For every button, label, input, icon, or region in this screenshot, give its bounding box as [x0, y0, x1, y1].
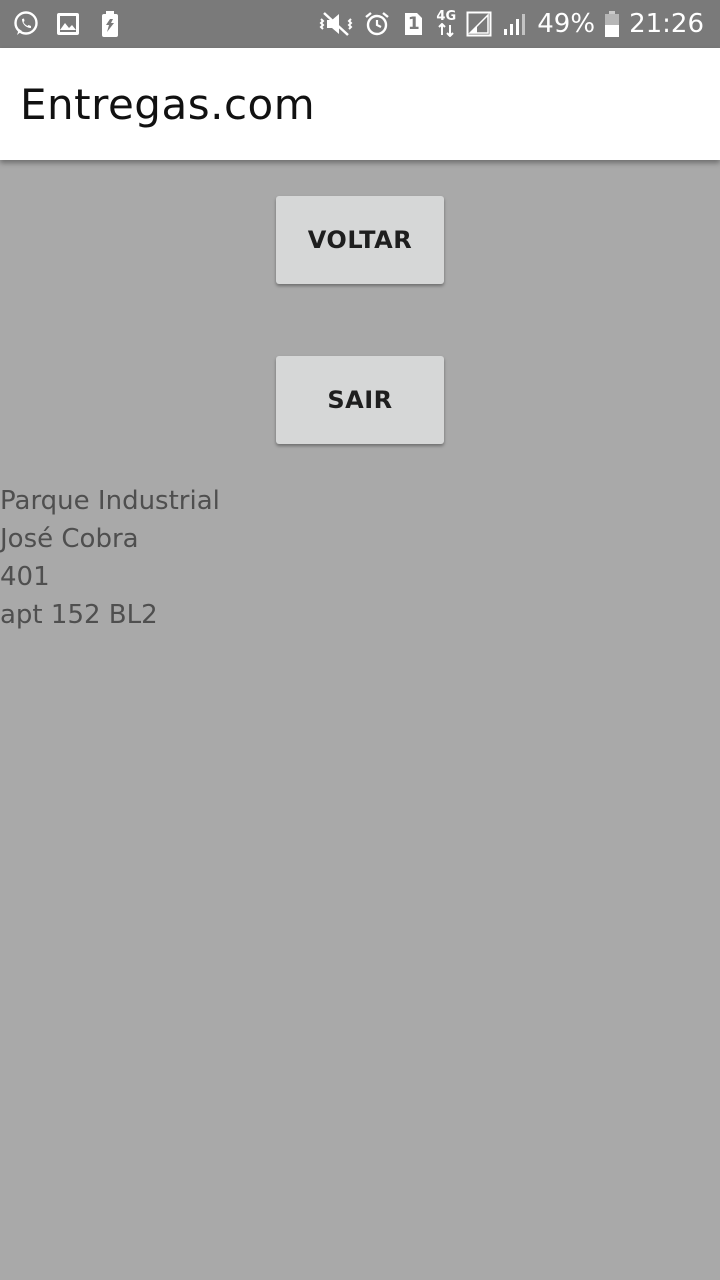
battery-icon	[603, 10, 621, 38]
network-4g-label: 4G	[436, 9, 457, 24]
app-bar: Entregas.com	[0, 48, 720, 160]
status-bar-right: 1 4G 49% 21:26	[319, 6, 704, 42]
battery-percent: 49%	[537, 9, 596, 39]
address-info: Parque Industrial José Cobra 401 apt 152…	[0, 482, 220, 634]
address-street: José Cobra	[0, 524, 139, 554]
alarm-icon	[363, 10, 391, 38]
address-neighborhood: Parque Industrial	[0, 486, 220, 516]
gallery-icon	[54, 10, 82, 38]
whatsapp-icon	[12, 10, 40, 38]
clock: 21:26	[629, 9, 704, 39]
signal-sim1-icon	[465, 10, 493, 38]
address-number: 401	[0, 562, 50, 592]
sim-1-label: 1	[407, 14, 420, 34]
mute-vibrate-icon	[319, 10, 355, 38]
network-4g-indicator: 4G	[435, 9, 457, 38]
app-title: Entregas.com	[20, 80, 316, 129]
address-complement: apt 152 BL2	[0, 600, 158, 630]
battery-saver-icon	[96, 10, 124, 38]
status-bar-left	[12, 8, 124, 40]
sim-1-icon: 1	[399, 10, 427, 38]
voltar-button[interactable]: VOLTAR	[276, 196, 444, 284]
status-bar: 1 4G 49% 21:26	[0, 0, 720, 48]
signal-sim2-icon	[501, 10, 529, 38]
sair-button[interactable]: SAIR	[276, 356, 444, 444]
data-arrows-icon	[435, 22, 457, 38]
